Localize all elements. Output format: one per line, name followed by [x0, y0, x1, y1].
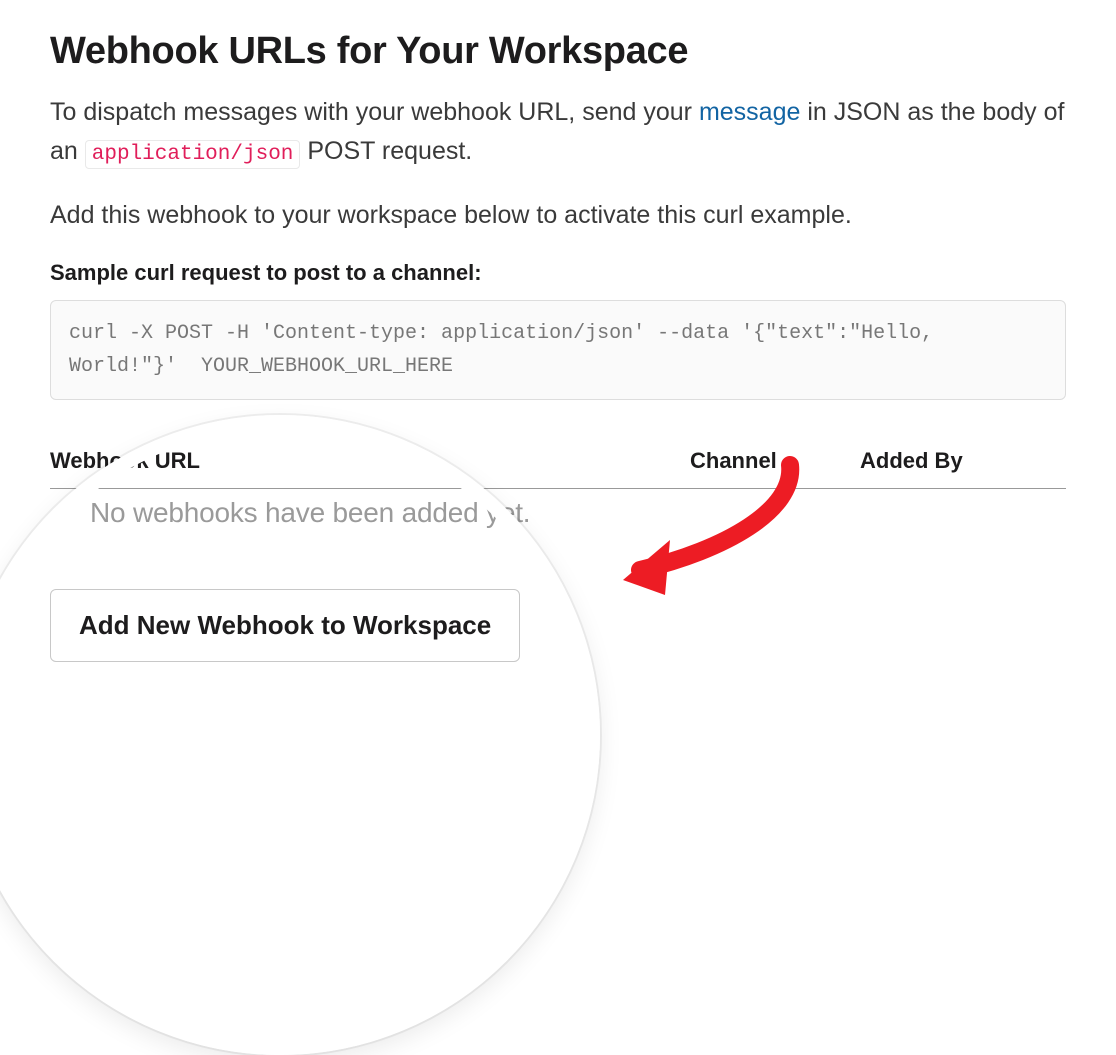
intro-paragraph: To dispatch messages with your webhook U…	[50, 93, 1066, 171]
content-type-code: application/json	[85, 140, 301, 169]
page-title: Webhook URLs for Your Workspace	[50, 30, 1066, 73]
add-webhook-button[interactable]: Add New Webhook to Workspace	[50, 589, 520, 662]
col-webhook-url: Webhook URL	[50, 448, 690, 474]
webhook-table-header: Webhook URL Channel Added By	[50, 448, 1066, 489]
curl-code-block: curl -X POST -H 'Content-type: applicati…	[50, 300, 1066, 400]
col-channel: Channel	[690, 448, 860, 474]
intro-text-before: To dispatch messages with your webhook U…	[50, 98, 699, 126]
intro-tail: POST request.	[300, 137, 472, 165]
activate-paragraph: Add this webhook to your workspace below…	[50, 201, 1066, 230]
col-added-by: Added By	[860, 448, 1066, 474]
message-link[interactable]: message	[699, 98, 800, 126]
empty-state-text: No webhooks have been added yet.	[50, 489, 1066, 529]
sample-curl-label: Sample curl request to post to a channel…	[50, 260, 1066, 286]
